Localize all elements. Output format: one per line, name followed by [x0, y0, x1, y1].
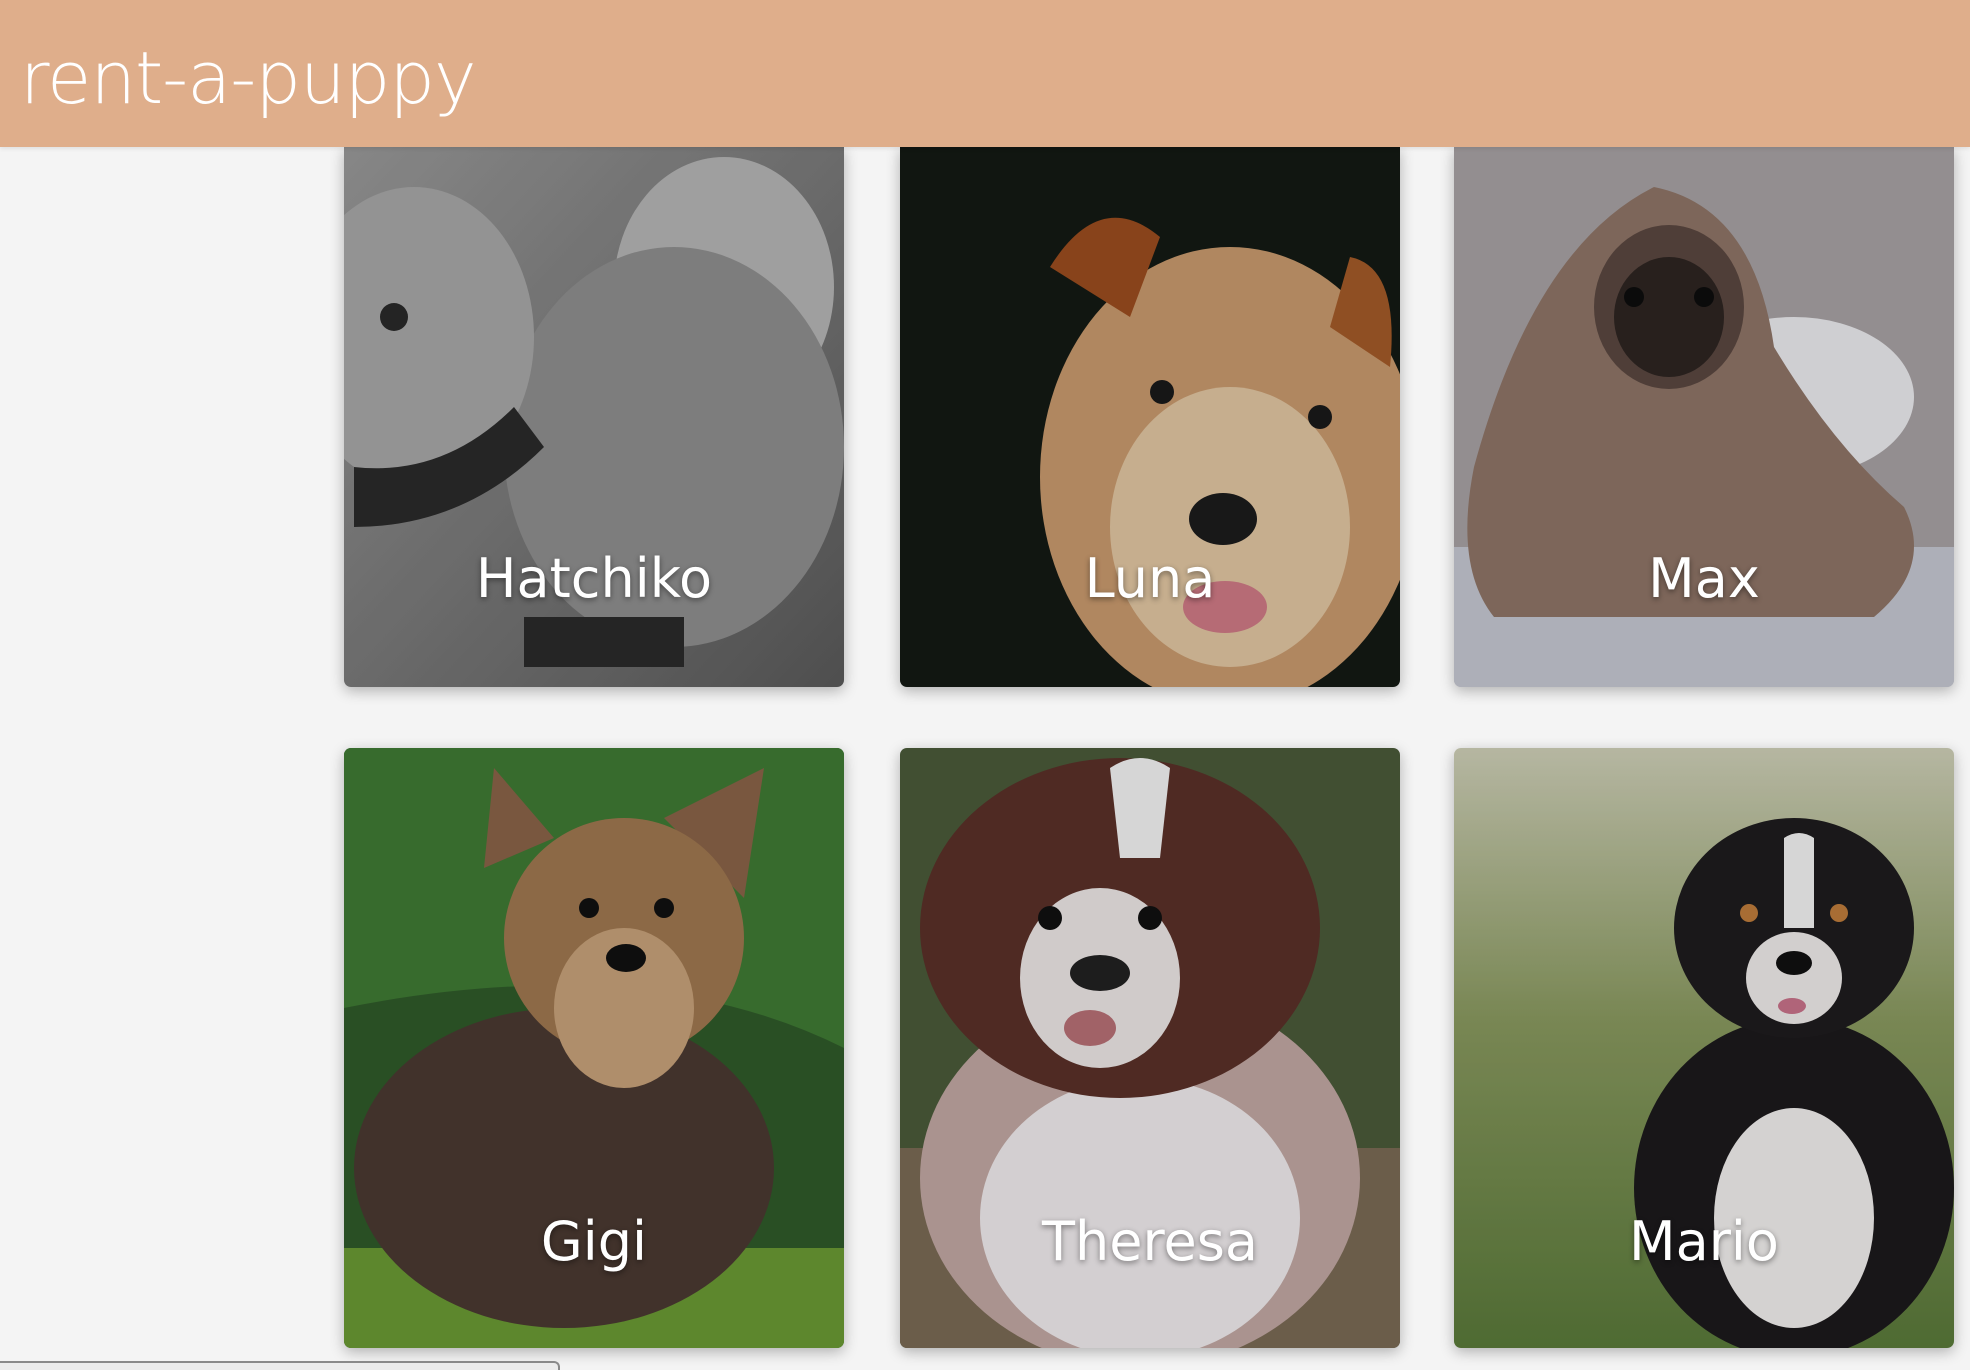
- header-bar: rent-a-puppy: [0, 0, 1970, 147]
- puppy-name: Theresa: [1042, 1210, 1258, 1273]
- puppy-card[interactable]: Hatchiko: [344, 147, 844, 687]
- puppy-card[interactable]: Mario: [1454, 748, 1954, 1348]
- puppy-card[interactable]: Gigi: [344, 748, 844, 1348]
- site-title[interactable]: rent-a-puppy: [20, 42, 477, 114]
- puppy-name: Gigi: [540, 1210, 648, 1273]
- app: rent-a-puppy Hatchiko Luna Max Gigi Ther…: [0, 0, 1970, 1370]
- puppy-name: Luna: [1084, 547, 1216, 610]
- puppy-name: Hatchiko: [475, 547, 713, 610]
- puppy-name: Max: [1648, 547, 1760, 610]
- puppy-card[interactable]: Max: [1454, 147, 1954, 687]
- puppy-name: Mario: [1629, 1210, 1779, 1273]
- puppy-card[interactable]: Luna: [900, 147, 1400, 687]
- browser-status-bar: [0, 1361, 560, 1370]
- puppy-card[interactable]: Theresa: [900, 748, 1400, 1348]
